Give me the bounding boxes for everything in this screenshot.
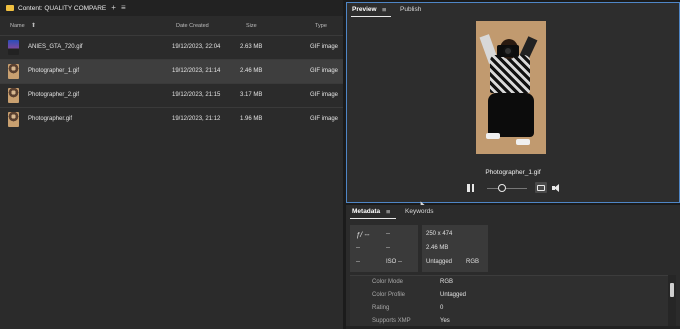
file-properties-box: 250 x 474 2.46 MB Untagged RGB xyxy=(422,225,488,272)
file-name: Photographer_2.gif xyxy=(28,92,80,98)
column-header-name[interactable]: Name xyxy=(10,23,25,29)
property-label: Color Profile xyxy=(372,292,406,298)
folder-icon xyxy=(6,5,14,11)
tab-publish[interactable]: Publish xyxy=(400,6,421,13)
content-panel: Content: QUALITY COMPARE + ≡ Name ⬆ Date… xyxy=(0,0,343,329)
photographer-thumbnail xyxy=(8,64,19,79)
property-label: Rating xyxy=(372,305,390,311)
metadata-menu-icon[interactable]: ≡ xyxy=(386,207,390,216)
file-type: GIF image xyxy=(310,92,339,98)
property-value[interactable]: RGB xyxy=(440,279,453,285)
file-date: 19/12/2023, 21:14 xyxy=(172,68,221,74)
preview-panel: Preview ≡ Publish Photographer_1.gif xyxy=(346,2,680,203)
file-type: GIF image xyxy=(310,44,339,50)
column-headers: Name ⬆ Date Created Size Type xyxy=(0,18,343,34)
file-size: 3.17 MB xyxy=(240,92,263,98)
property-row: Rating 0 xyxy=(350,302,672,315)
add-icon[interactable]: + xyxy=(111,4,116,12)
aperture-value: ƒ/ -- xyxy=(356,230,370,239)
metadata-properties: Color Mode RGB Color Profile Untagged Ra… xyxy=(350,275,672,327)
photo-legs xyxy=(488,93,534,137)
file-date: 19/12/2023, 21:15 xyxy=(172,92,221,98)
photographer-thumbnail xyxy=(8,88,19,103)
content-title: Content: QUALITY COMPARE xyxy=(18,4,107,12)
loop-icon[interactable] xyxy=(535,182,547,193)
file-type: GIF image xyxy=(310,116,339,122)
color-profile-value: Untagged xyxy=(426,259,453,265)
property-value[interactable]: Yes xyxy=(440,318,450,324)
active-tab-indicator xyxy=(350,218,396,219)
column-header-date[interactable]: Date Created xyxy=(176,23,209,29)
metadata-scrollbar[interactable] xyxy=(668,275,676,327)
property-row: Color Mode RGB xyxy=(350,276,672,289)
file-size: 1.96 MB xyxy=(240,116,263,122)
camera-field: -- xyxy=(356,245,360,251)
scrub-knob[interactable] xyxy=(498,184,506,192)
column-header-size[interactable]: Size xyxy=(246,23,257,29)
file-size-value: 2.46 MB xyxy=(426,245,449,251)
file-type: GIF image xyxy=(310,68,339,74)
property-row: Color Profile Untagged xyxy=(350,289,672,302)
playback-controls xyxy=(347,182,679,196)
file-row[interactable]: Photographer.gif 19/12/2023, 21:12 1.96 … xyxy=(0,107,343,131)
photo-shoe-right xyxy=(516,139,530,145)
camera-data-box: ƒ/ -- -- -- -- -- ISO -- xyxy=(350,225,418,272)
tab-preview[interactable]: Preview xyxy=(352,6,377,13)
pause-icon[interactable] xyxy=(467,184,474,192)
camera-field: -- xyxy=(386,245,390,251)
content-menu-icon[interactable]: ≡ xyxy=(121,4,126,12)
camera-field: -- xyxy=(356,259,360,265)
active-tab-indicator xyxy=(351,16,391,17)
property-label: Color Mode xyxy=(372,279,404,285)
metadata-panel: Metadata ≡ Keywords ƒ/ -- -- -- -- -- IS… xyxy=(346,205,680,329)
property-value[interactable]: Untagged xyxy=(440,292,466,298)
file-date: 19/12/2023, 21:12 xyxy=(172,116,221,122)
sort-ascending-icon[interactable]: ⬆ xyxy=(31,22,36,29)
file-date: 19/12/2023, 22:04 xyxy=(172,44,221,50)
iso-value: ISO -- xyxy=(386,259,402,265)
color-mode-value: RGB xyxy=(466,259,480,265)
file-name: Photographer_1.gif xyxy=(28,68,80,74)
photo-shoe-left xyxy=(486,133,500,139)
dimensions-value: 250 x 474 xyxy=(426,231,453,237)
property-label: Supports XMP xyxy=(372,318,411,324)
scrub-track[interactable] xyxy=(487,188,527,189)
file-row-selected[interactable]: Photographer_1.gif 19/12/2023, 21:14 2.4… xyxy=(0,59,343,83)
property-value[interactable]: 0 xyxy=(440,305,443,311)
preview-filename: Photographer_1.gif xyxy=(485,169,541,176)
file-name: Photographer.gif xyxy=(28,116,73,122)
column-header-type[interactable]: Type xyxy=(315,23,327,29)
metadata-tab-bar: Metadata ≡ Keywords xyxy=(346,205,680,219)
shutter-value: -- xyxy=(386,231,390,237)
tab-keywords[interactable]: Keywords xyxy=(405,208,434,215)
photo-body xyxy=(490,55,530,93)
photographer-thumbnail xyxy=(8,112,19,127)
content-panel-header: Content: QUALITY COMPARE + ≡ xyxy=(0,0,343,16)
preview-image xyxy=(476,21,546,154)
file-name: ANIES_GTA_720.gif xyxy=(28,44,83,50)
photo-lens xyxy=(503,46,513,56)
file-size: 2.63 MB xyxy=(240,44,263,50)
preview-tab-bar: Preview ≡ Publish xyxy=(347,3,679,17)
file-size: 2.46 MB xyxy=(240,68,263,74)
file-row[interactable]: ANIES_GTA_720.gif 19/12/2023, 22:04 2.63… xyxy=(0,35,343,59)
preview-menu-icon[interactable]: ≡ xyxy=(382,5,386,14)
file-row[interactable]: Photographer_2.gif 19/12/2023, 21:15 3.1… xyxy=(0,83,343,107)
volume-icon[interactable] xyxy=(552,184,560,192)
tab-metadata[interactable]: Metadata xyxy=(352,208,380,215)
scrollbar-thumb[interactable] xyxy=(670,283,674,297)
anies-thumbnail xyxy=(8,40,19,55)
